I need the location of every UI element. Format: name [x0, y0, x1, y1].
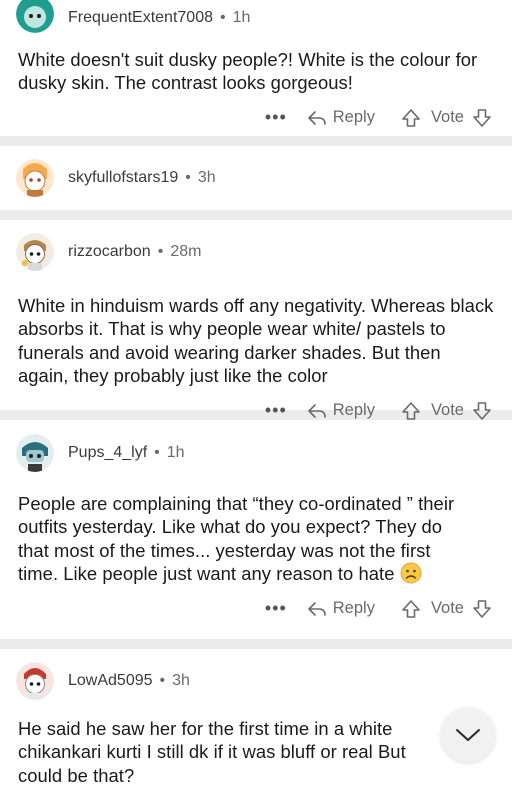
reply-arrow-icon: [307, 403, 326, 418]
reply-arrow-icon: [307, 601, 326, 616]
comment-body-text: People are complaining that “they co-ord…: [18, 493, 455, 585]
comment-header: Pups_4_lyf • 1h: [0, 420, 512, 486]
username[interactable]: Pups_4_lyf: [68, 444, 147, 462]
reply-button[interactable]: Reply: [307, 401, 375, 420]
more-options-icon[interactable]: •••: [265, 598, 287, 619]
vote-controls: Vote: [401, 401, 492, 421]
comment-separator: [0, 210, 512, 220]
vote-label: Vote: [430, 401, 464, 420]
username[interactable]: FrequentExtent7008: [68, 9, 213, 27]
comment-separator: [0, 639, 512, 649]
comment-header: FrequentExtent7008 • 1h: [0, 0, 512, 44]
reply-button[interactable]: Reply: [307, 599, 375, 618]
comment-body: People are complaining that “they co-ord…: [0, 492, 512, 586]
reply-button[interactable]: Reply: [307, 108, 375, 127]
separator-dot: •: [185, 169, 191, 186]
vote-label: Vote: [430, 599, 464, 618]
downvote-arrow-icon[interactable]: [472, 108, 492, 128]
avatar[interactable]: [16, 434, 54, 472]
comment-header: LowAd5095 • 3h: [0, 649, 512, 713]
comment-2[interactable]: skyfullofstars19 • 3h: [0, 146, 512, 210]
comment-actions: ••• Reply Vote: [0, 97, 512, 139]
more-options-icon[interactable]: •••: [265, 107, 287, 128]
reply-label: Reply: [332, 108, 375, 127]
username[interactable]: LowAd5095: [68, 672, 153, 690]
upvote-arrow-icon[interactable]: [401, 599, 421, 619]
reply-label: Reply: [332, 401, 375, 420]
comment-1: FrequentExtent7008 • 1h White doesn't su…: [0, 0, 512, 136]
avatar[interactable]: [16, 662, 54, 700]
username[interactable]: rizzocarbon: [68, 243, 151, 261]
comment-3: rizzocarbon • 28m White in hinduism ward…: [0, 220, 512, 420]
avatar[interactable]: [16, 233, 54, 271]
vote-label: Vote: [430, 108, 464, 127]
timestamp: 1h: [166, 444, 185, 461]
upvote-arrow-icon[interactable]: [401, 401, 421, 421]
timestamp: 3h: [197, 169, 216, 186]
comment-header: rizzocarbon • 28m: [0, 220, 512, 284]
timestamp: 3h: [172, 672, 190, 689]
avatar[interactable]: [16, 0, 54, 33]
separator-dot: •: [220, 9, 226, 26]
timestamp: 1h: [232, 9, 251, 26]
separator-dot: •: [159, 672, 166, 689]
comment-actions: ••• Reply Vote: [0, 588, 512, 630]
downvote-arrow-icon[interactable]: [472, 401, 492, 421]
separator-dot: •: [154, 444, 160, 461]
separator-dot: •: [157, 243, 164, 260]
frowning-face-emoji: [400, 562, 422, 584]
comment-body: White in hinduism wards off any negativi…: [18, 295, 494, 387]
upvote-arrow-icon[interactable]: [401, 108, 421, 128]
comment-header: skyfullofstars19 • 3h: [0, 146, 512, 210]
avatar[interactable]: [16, 159, 54, 197]
comment-5: LowAd5095 • 3h He said he saw her for th…: [0, 649, 512, 799]
username[interactable]: skyfullofstars19: [68, 169, 178, 187]
comment-4: Pups_4_lyf • 1h People are complaining t…: [0, 420, 512, 639]
downvote-arrow-icon[interactable]: [472, 599, 492, 619]
reply-arrow-icon: [307, 111, 326, 125]
chevron-down-icon: [456, 729, 480, 741]
scroll-next-button[interactable]: [441, 708, 495, 762]
more-options-icon[interactable]: •••: [265, 400, 287, 421]
vote-controls: Vote: [401, 599, 492, 619]
comment-body: He said he saw her for the first time in…: [18, 718, 406, 786]
vote-controls: Vote: [401, 108, 492, 128]
reply-label: Reply: [332, 599, 375, 618]
timestamp: 28m: [170, 243, 202, 260]
comment-body: White doesn't suit dusky people?! White …: [18, 49, 478, 94]
